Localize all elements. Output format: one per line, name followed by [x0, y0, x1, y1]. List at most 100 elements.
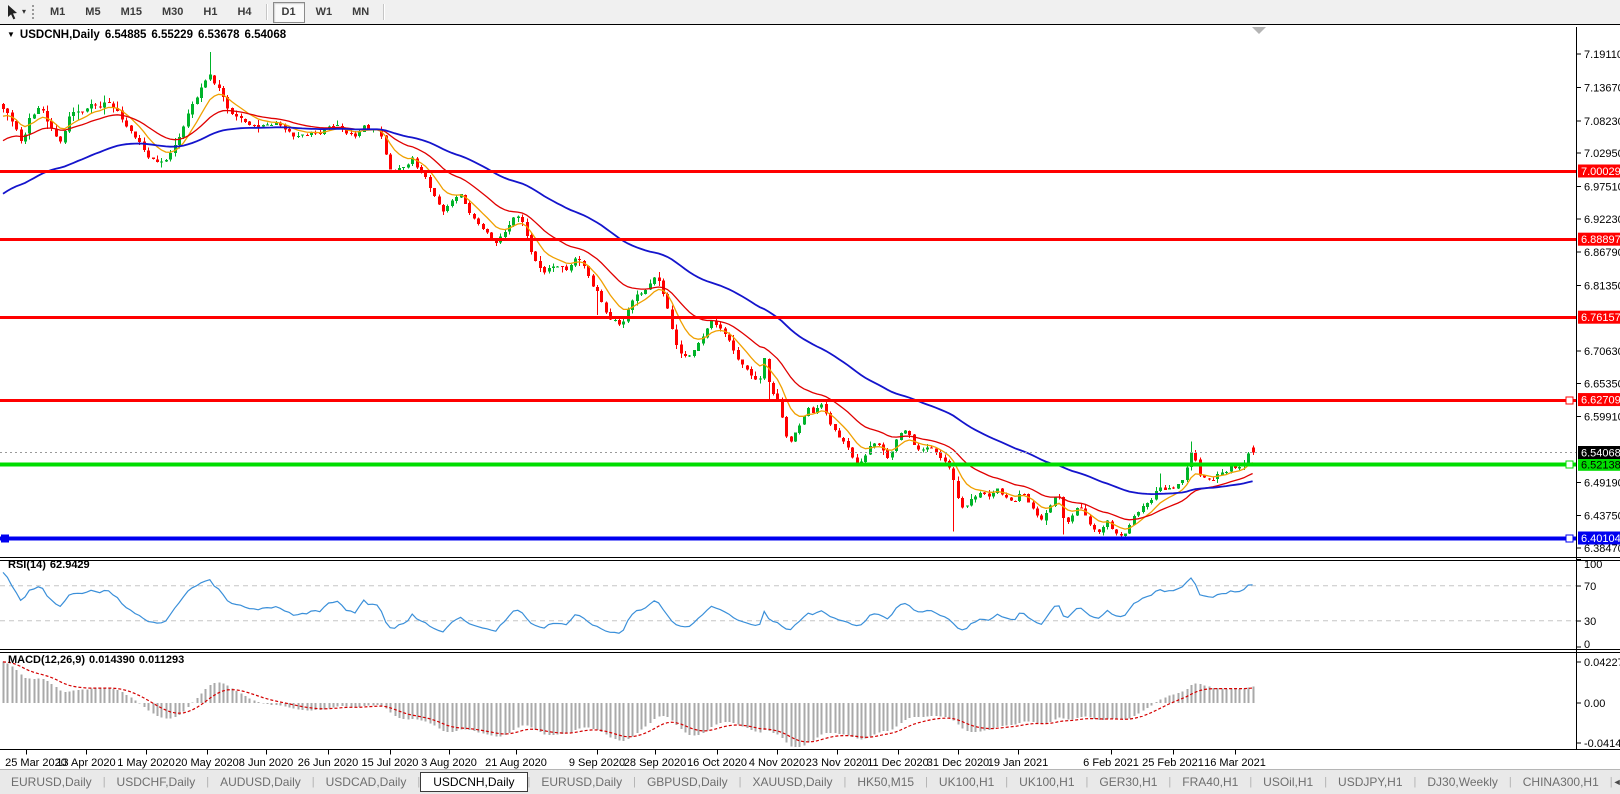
time-axis-tick: 21 Aug 2020	[485, 757, 547, 769]
rsi-indicator-label: RSI(14) 62.9429	[8, 559, 94, 571]
time-axis-tick: 6 Feb 2021	[1083, 757, 1139, 769]
chart-tab-hk50-m15[interactable]: HK50,M15	[846, 772, 925, 792]
rsi-axis-tick: 70	[1584, 581, 1596, 593]
price-axis-tick: 6.97510	[1584, 181, 1620, 193]
price-axis-tick: 7.02950	[1584, 148, 1620, 160]
tab-scroll-left-icon[interactable]: ◄	[1613, 777, 1620, 787]
timeframe-button-h1[interactable]: H1	[194, 2, 226, 23]
price-axis-tick: 6.70630	[1584, 346, 1620, 358]
chart-tab-eurusd-daily[interactable]: EURUSD,Daily	[0, 772, 103, 792]
chart-title: ▼ USDCNH,Daily 6.54885 6.55229 6.53678 6.5406…	[7, 29, 286, 41]
cursor-tool-dropdown[interactable]: ▾	[0, 2, 30, 22]
macd-indicator-label: MACD(12,26,9) 0.014390 0.011293	[8, 654, 188, 666]
rsi-name: RSI(14)	[8, 559, 46, 571]
timeframe-button-d1[interactable]: D1	[272, 1, 305, 23]
time-axis-tick: 13 Apr 2020	[56, 757, 115, 769]
top-toolbar: ▾ M1 M5 M15 M30 H1 H4 D1 W1 MN	[0, 0, 1620, 24]
macd-axis-tick: 0.00	[1584, 698, 1605, 710]
timeframe-button-m5[interactable]: M5	[76, 2, 109, 23]
level-price-label-text: 6.88897	[1581, 234, 1620, 246]
line-handle[interactable]	[1565, 396, 1574, 405]
price-axis-tick: 7.13670	[1584, 82, 1620, 94]
chart-background	[0, 26, 1620, 770]
chart-tab-audusd-daily[interactable]: AUDUSD,Daily	[209, 772, 312, 792]
time-axis-tick: 8 Jun 2020	[239, 757, 293, 769]
chart-tab-usdchf-daily[interactable]: USDCHF,Daily	[106, 772, 207, 792]
price-axis-tick: 6.86790	[1584, 247, 1620, 259]
price-axis-tick: 6.59910	[1584, 412, 1620, 424]
chart-window: ▼ USDCNH,Daily 6.54885 6.55229 6.53678 6.5406…	[0, 24, 1620, 770]
time-axis-tick: 23 Nov 2020	[806, 757, 868, 769]
chart-tab-uk100-h1[interactable]: UK100,H1	[1008, 772, 1085, 792]
time-axis-tick: 31 Dec 2020	[927, 757, 989, 769]
rsi-axis-tick: 100	[1584, 559, 1602, 571]
collapse-triangle-icon[interactable]: ▼	[7, 30, 15, 39]
toolbar-separator	[265, 4, 268, 20]
chart-tab-usdcad-daily[interactable]: USDCAD,Daily	[315, 772, 418, 792]
timeframe-button-mn[interactable]: MN	[343, 2, 378, 23]
chart-symbol-label: USDCNH,Daily	[19, 29, 100, 41]
toolbar-separator	[383, 4, 386, 20]
time-axis-tick: 16 Mar 2021	[1204, 757, 1266, 769]
level-price-label-text: 6.76157	[1581, 312, 1620, 324]
chart-tab-bar: EURUSD,Daily | USDCHF,Daily | AUDUSD,Daily | U…	[0, 769, 1620, 794]
macd-signal-value: 0.011293	[138, 654, 185, 666]
price-axis-tick: 7.19110	[1584, 49, 1620, 61]
chart-tab-china300-h1[interactable]: CHINA300,H1	[1512, 772, 1610, 792]
chart-tab-fra40-h1[interactable]: FRA40,H1	[1171, 772, 1249, 792]
time-axis-tick: 1 May 2020	[117, 757, 174, 769]
timeframe-button-m1[interactable]: M1	[41, 2, 74, 23]
chevron-down-icon: ▾	[22, 7, 27, 16]
chart-tab-ger30-h1[interactable]: GER30,H1	[1088, 772, 1168, 792]
chart-canvas[interactable]: 7.19110 7.13670 7.08230 7.02950 6.97510 6.922…	[0, 26, 1620, 770]
timeframe-button-m30[interactable]: M30	[153, 2, 192, 23]
chart-tab-usoil-h1[interactable]: USOil,H1	[1252, 772, 1324, 792]
timeframe-button-h4[interactable]: H4	[228, 2, 260, 23]
time-axis-tick: 15 Jul 2020	[362, 757, 419, 769]
time-axis-tick: 11 Dec 2020	[867, 757, 929, 769]
time-axis-tick: 26 Jun 2020	[298, 757, 359, 769]
macd-axis-tick: 0.042275	[1584, 657, 1620, 669]
ohlc-close: 6.54068	[244, 29, 287, 41]
ohlc-high: 6.55229	[151, 29, 193, 41]
line-handle[interactable]	[1565, 460, 1574, 469]
time-axis-tick: 3 Aug 2020	[421, 757, 477, 769]
level-price-label-text: 7.00029	[1581, 166, 1620, 178]
rsi-axis-tick: 0	[1584, 639, 1590, 651]
macd-axis-tick: -0.04148	[1584, 738, 1620, 750]
rsi-axis-tick: 30	[1584, 616, 1596, 628]
cursor-pointer-icon	[8, 5, 17, 20]
time-axis-tick: 20 May 2020	[175, 757, 239, 769]
rsi-current-value: 62.9429	[49, 559, 90, 571]
macd-name: MACD(12,26,9)	[8, 654, 86, 666]
time-axis-tick: 4 Nov 2020	[749, 757, 805, 769]
level-price-label-text: 6.40104	[1581, 533, 1620, 545]
chart-tab-uk100-h1[interactable]: UK100,H1	[928, 772, 1005, 792]
chart-tab-xauusd-daily[interactable]: XAUUSD,Daily	[741, 772, 843, 792]
chart-tab-eurusd-daily[interactable]: EURUSD,Daily	[530, 772, 633, 792]
timeframe-button-group: M1 M5 M15 M30 H1 H4 D1 W1 MN	[40, 1, 389, 23]
time-axis-tick: 19 Jan 2021	[988, 757, 1049, 769]
toolbar-gripper[interactable]	[32, 5, 35, 19]
price-axis-tick: 6.65350	[1584, 378, 1620, 390]
level-price-label-text: 6.52138	[1581, 459, 1620, 471]
time-axis-tick: 9 Sep 2020	[569, 757, 625, 769]
line-handle[interactable]	[1, 534, 9, 543]
timeframe-button-w1[interactable]: W1	[307, 2, 342, 23]
time-axis-tick: 28 Sep 2020	[624, 757, 686, 769]
current-price-label-text: 6.54068	[1581, 448, 1620, 460]
chart-tab-usdcnh-daily[interactable]: USDCNH,Daily	[420, 772, 528, 792]
line-handle[interactable]	[1565, 534, 1574, 543]
ohlc-low: 6.53678	[197, 29, 240, 41]
timeframe-button-m15[interactable]: M15	[112, 2, 151, 23]
macd-current-value: 0.014390	[89, 654, 135, 666]
price-axis-tick: 6.43750	[1584, 511, 1620, 523]
price-axis-tick: 6.81350	[1584, 280, 1620, 292]
time-axis-tick: 16 Oct 2020	[687, 757, 747, 769]
ohlc-open: 6.54885	[104, 29, 147, 41]
price-axis-tick: 7.08230	[1584, 116, 1620, 128]
chart-tab-gbpusd-daily[interactable]: GBPUSD,Daily	[636, 772, 739, 792]
chart-tab-usdjpy-h1[interactable]: USDJPY,H1	[1327, 772, 1413, 792]
time-axis-tick: 25 Feb 2021	[1142, 757, 1204, 769]
chart-tab-dj30-weekly[interactable]: DJ30,Weekly	[1416, 772, 1508, 792]
